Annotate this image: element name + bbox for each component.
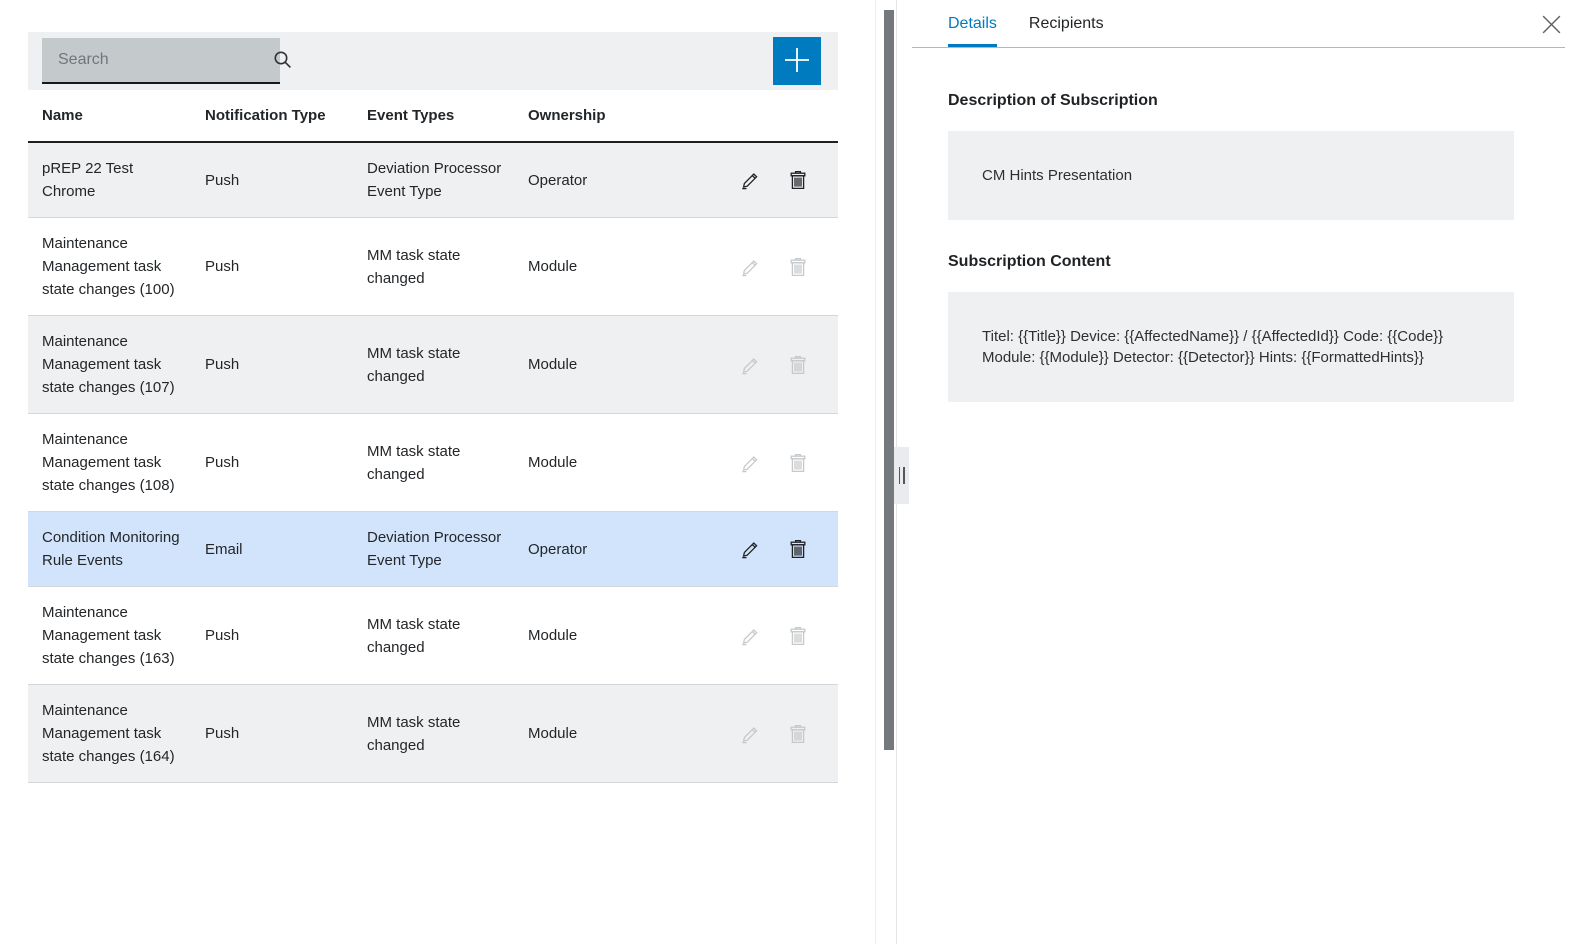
add-subscription-button[interactable] (773, 37, 821, 85)
table-row[interactable]: Maintenance Management task state change… (28, 316, 838, 414)
details-tabbar: Details Recipients (912, 0, 1565, 48)
cell-ownership: Operator (528, 540, 588, 558)
table-row[interactable]: Condition Monitoring Rule Events Email D… (28, 512, 838, 587)
cell-event-types: MM task state changed (367, 344, 461, 385)
delete-trash-icon[interactable] (786, 168, 810, 192)
table-body: pREP 22 Test Chrome Push Deviation Proce… (28, 143, 838, 783)
splitter-grip-icon (903, 467, 905, 484)
cell-actions (661, 353, 838, 377)
cell-name: Maintenance Management task state change… (42, 702, 175, 765)
edit-pencil-icon[interactable] (739, 168, 763, 192)
content-section: Subscription Content Titel: {{Title}} De… (948, 253, 1514, 402)
cell-name: Maintenance Management task state change… (42, 333, 175, 396)
column-header-notification-type: Notification Type (205, 106, 326, 124)
description-section: Description of Subscription CM Hints Pre… (948, 92, 1514, 220)
details-content: Description of Subscription CM Hints Pre… (897, 48, 1586, 402)
cell-actions (661, 168, 838, 192)
cell-actions (661, 624, 838, 648)
table-row[interactable]: Maintenance Management task state change… (28, 414, 838, 512)
cell-actions (661, 537, 838, 561)
cell-name: Maintenance Management task state change… (42, 604, 175, 667)
edit-pencil-icon (739, 353, 763, 377)
vertical-scrollbar-thumb[interactable] (884, 10, 894, 750)
edit-pencil-icon (739, 451, 763, 475)
edit-pencil-icon (739, 722, 763, 746)
edit-pencil-icon (739, 624, 763, 648)
search-icon[interactable] (271, 38, 295, 82)
cell-event-types: Deviation Processor Event Type (367, 529, 502, 569)
cell-ownership: Module (528, 356, 578, 373)
delete-trash-icon (786, 353, 810, 377)
edit-pencil-icon (739, 255, 763, 279)
splitter-grip-icon (898, 467, 900, 484)
column-header-event-types: Event Types (367, 106, 455, 124)
cell-ownership: Operator (528, 171, 588, 189)
subscription-list-panel: Name Notification Type Event Types Owner… (0, 0, 896, 944)
cell-event-types: Deviation Processor Event Type (367, 160, 502, 200)
delete-trash-icon (786, 624, 810, 648)
close-x-icon (1540, 13, 1563, 39)
table-row[interactable]: pREP 22 Test Chrome Push Deviation Proce… (28, 143, 838, 218)
plus-icon (783, 46, 811, 77)
subscription-table: Name Notification Type Event Types Owner… (28, 0, 838, 783)
subscription-details-panel: Details Recipients Description of Subscr… (897, 0, 1586, 944)
cell-event-types: MM task state changed (367, 615, 461, 656)
content-template-value: Titel: {{Title}} Device: {{AffectedName}… (948, 292, 1514, 402)
cell-name: Condition Monitoring Rule Events (42, 529, 180, 569)
cell-notification-type: Push (205, 627, 240, 644)
cell-notification-type: Push (205, 356, 240, 373)
cell-event-types: MM task state changed (367, 442, 461, 483)
column-header-name: Name (42, 106, 83, 124)
description-heading: Description of Subscription (948, 92, 1158, 109)
content-heading: Subscription Content (948, 253, 1111, 270)
tab-recipients[interactable]: Recipients (1029, 15, 1104, 47)
cell-event-types: MM task state changed (367, 713, 461, 754)
cell-notification-type: Email (205, 540, 243, 558)
cell-actions (661, 255, 838, 279)
table-row[interactable]: Maintenance Management task state change… (28, 587, 838, 685)
table-toolbar (28, 32, 838, 90)
cell-notification-type: Push (205, 171, 240, 189)
delete-trash-icon[interactable] (786, 537, 810, 561)
cell-name: Maintenance Management task state change… (42, 431, 175, 494)
search-field[interactable] (42, 38, 291, 84)
cell-ownership: Module (528, 627, 578, 644)
table-row[interactable]: Maintenance Management task state change… (28, 218, 838, 316)
delete-trash-icon (786, 255, 810, 279)
search-input[interactable] (42, 51, 271, 69)
panel-splitter-handle[interactable] (894, 447, 909, 504)
edit-pencil-icon[interactable] (739, 537, 763, 561)
cell-name: Maintenance Management task state change… (42, 235, 175, 298)
cell-notification-type: Push (205, 454, 240, 471)
cell-actions (661, 722, 838, 746)
subscription-manager-app: Name Notification Type Event Types Owner… (0, 0, 1586, 944)
cell-actions (661, 451, 838, 475)
tab-details[interactable]: Details (948, 15, 997, 47)
cell-name: pREP 22 Test Chrome (42, 160, 134, 200)
description-value: CM Hints Presentation (948, 131, 1514, 220)
cell-event-types: MM task state changed (367, 246, 461, 287)
column-header-ownership: Ownership (528, 106, 606, 124)
cell-ownership: Module (528, 725, 578, 742)
cell-ownership: Module (528, 258, 578, 275)
delete-trash-icon (786, 451, 810, 475)
cell-notification-type: Push (205, 258, 240, 275)
delete-trash-icon (786, 722, 810, 746)
close-panel-button[interactable] (1538, 13, 1564, 39)
table-header-row: Name Notification Type Event Types Owner… (28, 90, 838, 143)
table-row[interactable]: Maintenance Management task state change… (28, 685, 838, 783)
cell-ownership: Module (528, 454, 578, 471)
cell-notification-type: Push (205, 725, 240, 742)
